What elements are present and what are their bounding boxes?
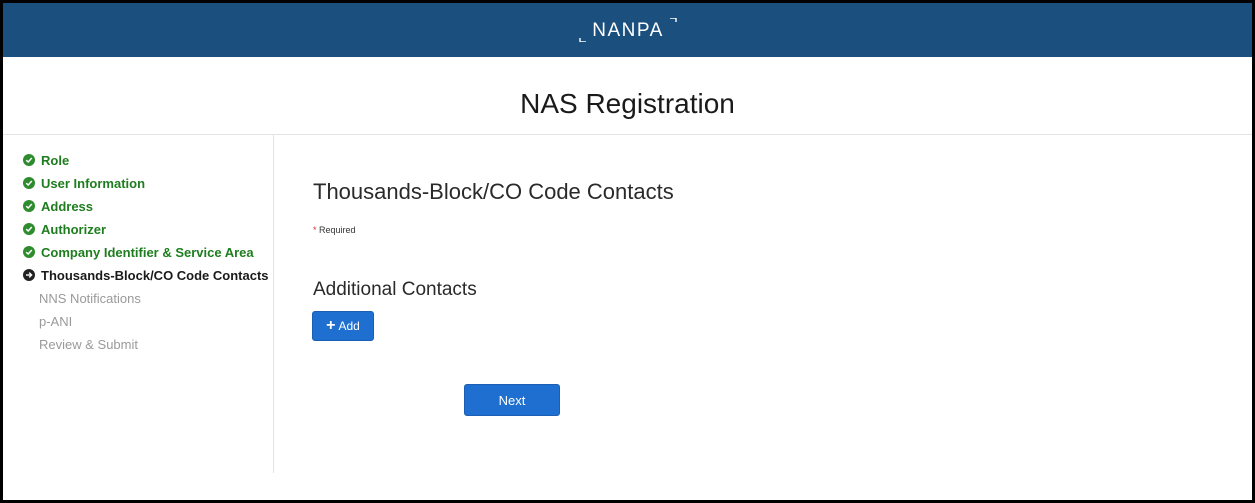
check-circle-icon [23, 223, 35, 235]
next-button-label: Next [498, 392, 526, 408]
add-button-label: Add [338, 319, 360, 333]
step-label: Address [41, 198, 94, 214]
app-frame: NANPA NAS Registration Role User Informa… [0, 0, 1255, 503]
check-circle-icon [23, 246, 35, 258]
arrow-circle-icon [23, 269, 35, 281]
next-button[interactable]: Next [464, 384, 560, 416]
step-role[interactable]: Role [23, 150, 69, 170]
required-note: * Required [313, 225, 356, 235]
step-company-identifier[interactable]: Company Identifier & Service Area [23, 242, 254, 262]
step-p-ani: p-ANI [39, 311, 72, 331]
top-bar: NANPA [3, 3, 1252, 57]
check-circle-icon [23, 200, 35, 212]
brand-text: NANPA [592, 20, 664, 41]
step-label: p-ANI [39, 313, 73, 329]
step-nns-notifications: NNS Notifications [39, 288, 141, 308]
required-star: * [313, 225, 317, 235]
step-label: Thousands-Block/CO Code Contacts [41, 267, 269, 283]
page-title-row: NAS Registration [3, 57, 1252, 135]
check-circle-icon [23, 154, 35, 166]
step-label: Company Identifier & Service Area [41, 244, 254, 260]
step-label: Review & Submit [39, 336, 138, 352]
nanpa-logo: NANPA [3, 17, 1252, 43]
step-review-submit: Review & Submit [39, 334, 138, 354]
logo-bracket-icon: NANPA [578, 17, 677, 43]
required-label: Required [319, 225, 356, 235]
page-title: NAS Registration [520, 88, 735, 119]
step-label: User Information [41, 175, 146, 191]
step-authorizer[interactable]: Authorizer [23, 219, 106, 239]
plus-icon: + [326, 317, 336, 334]
step-label: Role [41, 152, 70, 168]
section-heading: Thousands-Block/CO Code Contacts [313, 179, 674, 204]
step-user-information[interactable]: User Information [23, 173, 145, 193]
step-label: NNS Notifications [39, 290, 141, 306]
check-circle-icon [23, 177, 35, 189]
add-contact-button[interactable]: + Add [312, 311, 374, 341]
progress-sidebar: Role User Information Address Authorizer [3, 135, 274, 473]
step-address[interactable]: Address [23, 196, 93, 216]
step-thousands-block-contacts[interactable]: Thousands-Block/CO Code Contacts [23, 265, 269, 285]
step-label: Authorizer [41, 221, 106, 237]
additional-contacts-heading: Additional Contacts [313, 279, 477, 300]
